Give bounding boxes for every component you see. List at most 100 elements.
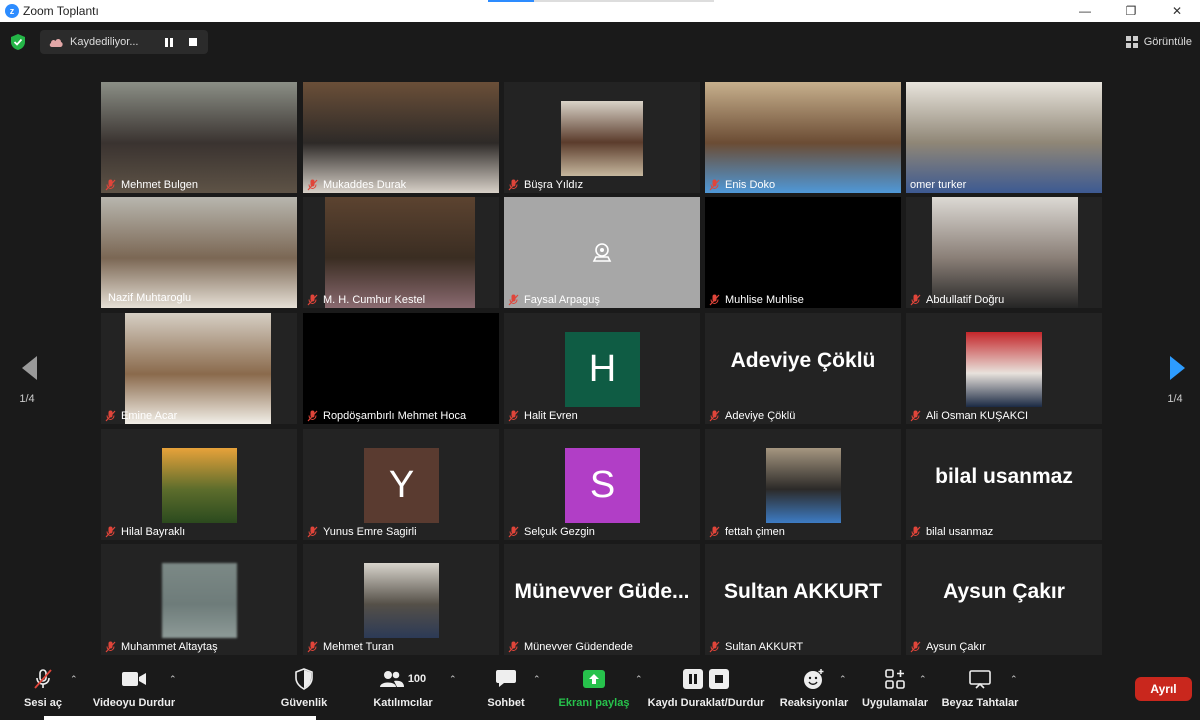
reactions-options-caret[interactable]: ⌃: [839, 674, 847, 685]
page-indicator-left: 1/4: [19, 393, 35, 405]
apps-button[interactable]: Uygulamalar: [858, 666, 932, 709]
stop-record-icon: [709, 669, 729, 689]
participant-tile[interactable]: M. H. Cumhur Kestel: [303, 197, 499, 308]
mic-muted-icon: [105, 641, 116, 653]
stop-icon: [189, 38, 197, 46]
participant-tile[interactable]: Ali Osman KUŞAKCI: [906, 313, 1102, 424]
video-camera-icon: [122, 672, 146, 686]
encryption-shield-icon[interactable]: [10, 33, 26, 51]
participant-name-label: omer turker: [910, 178, 966, 192]
participant-name-label: Mehmet Bulgen: [105, 178, 198, 192]
participant-tile[interactable]: Münevver Güde... Münevver Güdendede: [504, 544, 700, 655]
stop-video-button[interactable]: Videoyu Durdur: [88, 666, 180, 709]
participant-name-label: Nazif Muhtaroglu: [108, 291, 191, 305]
participant-tile[interactable]: Emine Acar: [101, 313, 297, 424]
audio-options-caret[interactable]: ⌃: [70, 674, 78, 685]
mic-muted-icon: [709, 526, 720, 538]
previous-page-nav[interactable]: 1/4: [12, 354, 42, 405]
participant-tile[interactable]: omer turker: [906, 82, 1102, 193]
participant-tile[interactable]: Enis Doko: [705, 82, 901, 193]
participant-video: [162, 448, 237, 523]
participant-name: omer turker: [910, 179, 967, 191]
participant-name-label: Emine Acar: [105, 409, 177, 423]
stop-recording-button[interactable]: [182, 33, 204, 51]
apps-label: Uygulamalar: [861, 697, 929, 709]
participant-avatar: Y: [364, 448, 439, 523]
titlebar-accent: [488, 0, 534, 2]
participant-name: Sultan AKKURT: [725, 641, 804, 653]
zoom-logo-icon: z: [5, 4, 19, 18]
participant-video: [364, 563, 439, 638]
page-indicator-right: 1/4: [1167, 393, 1183, 405]
close-window-button[interactable]: ✕: [1154, 0, 1200, 22]
mic-muted-icon: [508, 294, 519, 306]
mic-muted-icon: [508, 179, 519, 191]
participant-video: [932, 197, 1078, 308]
participant-name-label: Mehmet Turan: [307, 640, 394, 654]
apps-options-caret[interactable]: ⌃: [919, 674, 927, 685]
participant-tile[interactable]: Ropdöşambırlı Mehmet Hoca: [303, 313, 499, 424]
participant-tile[interactable]: Y Yunus Emre Sagirli: [303, 429, 499, 540]
share-options-caret[interactable]: ⌃: [635, 674, 643, 685]
reactions-button[interactable]: Reaksiyonlar: [778, 666, 850, 709]
share-screen-button[interactable]: Ekranı paylaş: [556, 666, 632, 709]
participant-name-label: Adeviye Çöklü: [709, 409, 795, 423]
minimize-button[interactable]: —: [1062, 0, 1108, 22]
unmute-button[interactable]: Sesi aç: [18, 666, 68, 709]
participant-tile[interactable]: S Selçuk Gezgin: [504, 429, 700, 540]
whiteboards-options-caret[interactable]: ⌃: [1010, 674, 1018, 685]
restore-button[interactable]: ❐: [1108, 0, 1154, 22]
participant-name-label: Ali Osman KUŞAKCI: [910, 409, 1028, 423]
view-button[interactable]: Görüntüle: [1125, 31, 1192, 53]
participant-tile[interactable]: Mehmet Bulgen: [101, 82, 297, 193]
participant-tile[interactable]: Muhammet Altaytaş: [101, 544, 297, 655]
participant-tile[interactable]: Faysal Arpaguş: [504, 197, 700, 308]
participant-tile[interactable]: Sultan AKKURT Sultan AKKURT: [705, 544, 901, 655]
participants-button[interactable]: 100 Katılımcılar: [368, 666, 438, 709]
mic-muted-icon: [910, 294, 921, 306]
mic-muted-icon: [307, 179, 318, 191]
whiteboards-label: Beyaz Tahtalar: [941, 697, 1019, 709]
window-title: Zoom Toplantı: [23, 4, 99, 18]
participant-video: [303, 82, 499, 193]
next-page-nav[interactable]: 1/4: [1160, 354, 1190, 405]
whiteboards-button[interactable]: Beyaz Tahtalar: [940, 666, 1020, 709]
pause-recording-button[interactable]: [158, 33, 180, 51]
arrow-left-icon: [22, 356, 37, 380]
mic-muted-icon: [910, 641, 921, 653]
participant-name: Faysal Arpaguş: [524, 294, 600, 306]
participant-tile[interactable]: Büşra Yıldız: [504, 82, 700, 193]
participant-tile[interactable]: Abdullatif Doğru: [906, 197, 1102, 308]
participant-name: Yunus Emre Sagirli: [323, 526, 417, 538]
participant-tile[interactable]: fettah çimen: [705, 429, 901, 540]
participant-tile[interactable]: Hilal Bayraklı: [101, 429, 297, 540]
participant-tile[interactable]: Aysun Çakır Aysun Çakır: [906, 544, 1102, 655]
participant-tile[interactable]: Mukaddes Durak: [303, 82, 499, 193]
chat-bubble-icon: [496, 670, 516, 687]
stop-video-label: Videoyu Durdur: [92, 697, 176, 709]
participant-tile[interactable]: Nazif Muhtaroglu: [101, 197, 297, 308]
participant-video: [325, 197, 475, 308]
participant-tile[interactable]: H Halit Evren: [504, 313, 700, 424]
mic-muted-icon: [709, 294, 720, 306]
participant-name-label: fettah çimen: [709, 525, 785, 539]
participant-name-label: Enis Doko: [709, 178, 775, 192]
reactions-label: Reaksiyonlar: [779, 697, 849, 709]
participant-name: Muhammet Altaytaş: [121, 641, 218, 653]
video-options-caret[interactable]: ⌃: [169, 674, 177, 685]
participant-tile[interactable]: Adeviye Çöklü Adeviye Çöklü: [705, 313, 901, 424]
leave-meeting-button[interactable]: Ayrıl: [1135, 677, 1192, 701]
mic-muted-icon: [508, 641, 519, 653]
security-button[interactable]: Güvenlik: [276, 666, 332, 709]
chat-options-caret[interactable]: ⌃: [533, 674, 541, 685]
participant-tile[interactable]: Mehmet Turan: [303, 544, 499, 655]
participant-name-label: Mukaddes Durak: [307, 178, 406, 192]
participant-name-label: Aysun Çakır: [910, 640, 986, 654]
record-control-button[interactable]: Kaydı Duraklat/Durdur: [646, 666, 766, 709]
participant-display-name: Aysun Çakır: [943, 580, 1065, 603]
participant-tile[interactable]: bilal usanmaz bilal usanmaz: [906, 429, 1102, 540]
participant-tile[interactable]: Muhlise Muhlise: [705, 197, 901, 308]
participant-name: Adeviye Çöklü: [725, 410, 796, 422]
participants-options-caret[interactable]: ⌃: [449, 674, 457, 685]
chat-button[interactable]: Sohbet: [482, 666, 530, 709]
